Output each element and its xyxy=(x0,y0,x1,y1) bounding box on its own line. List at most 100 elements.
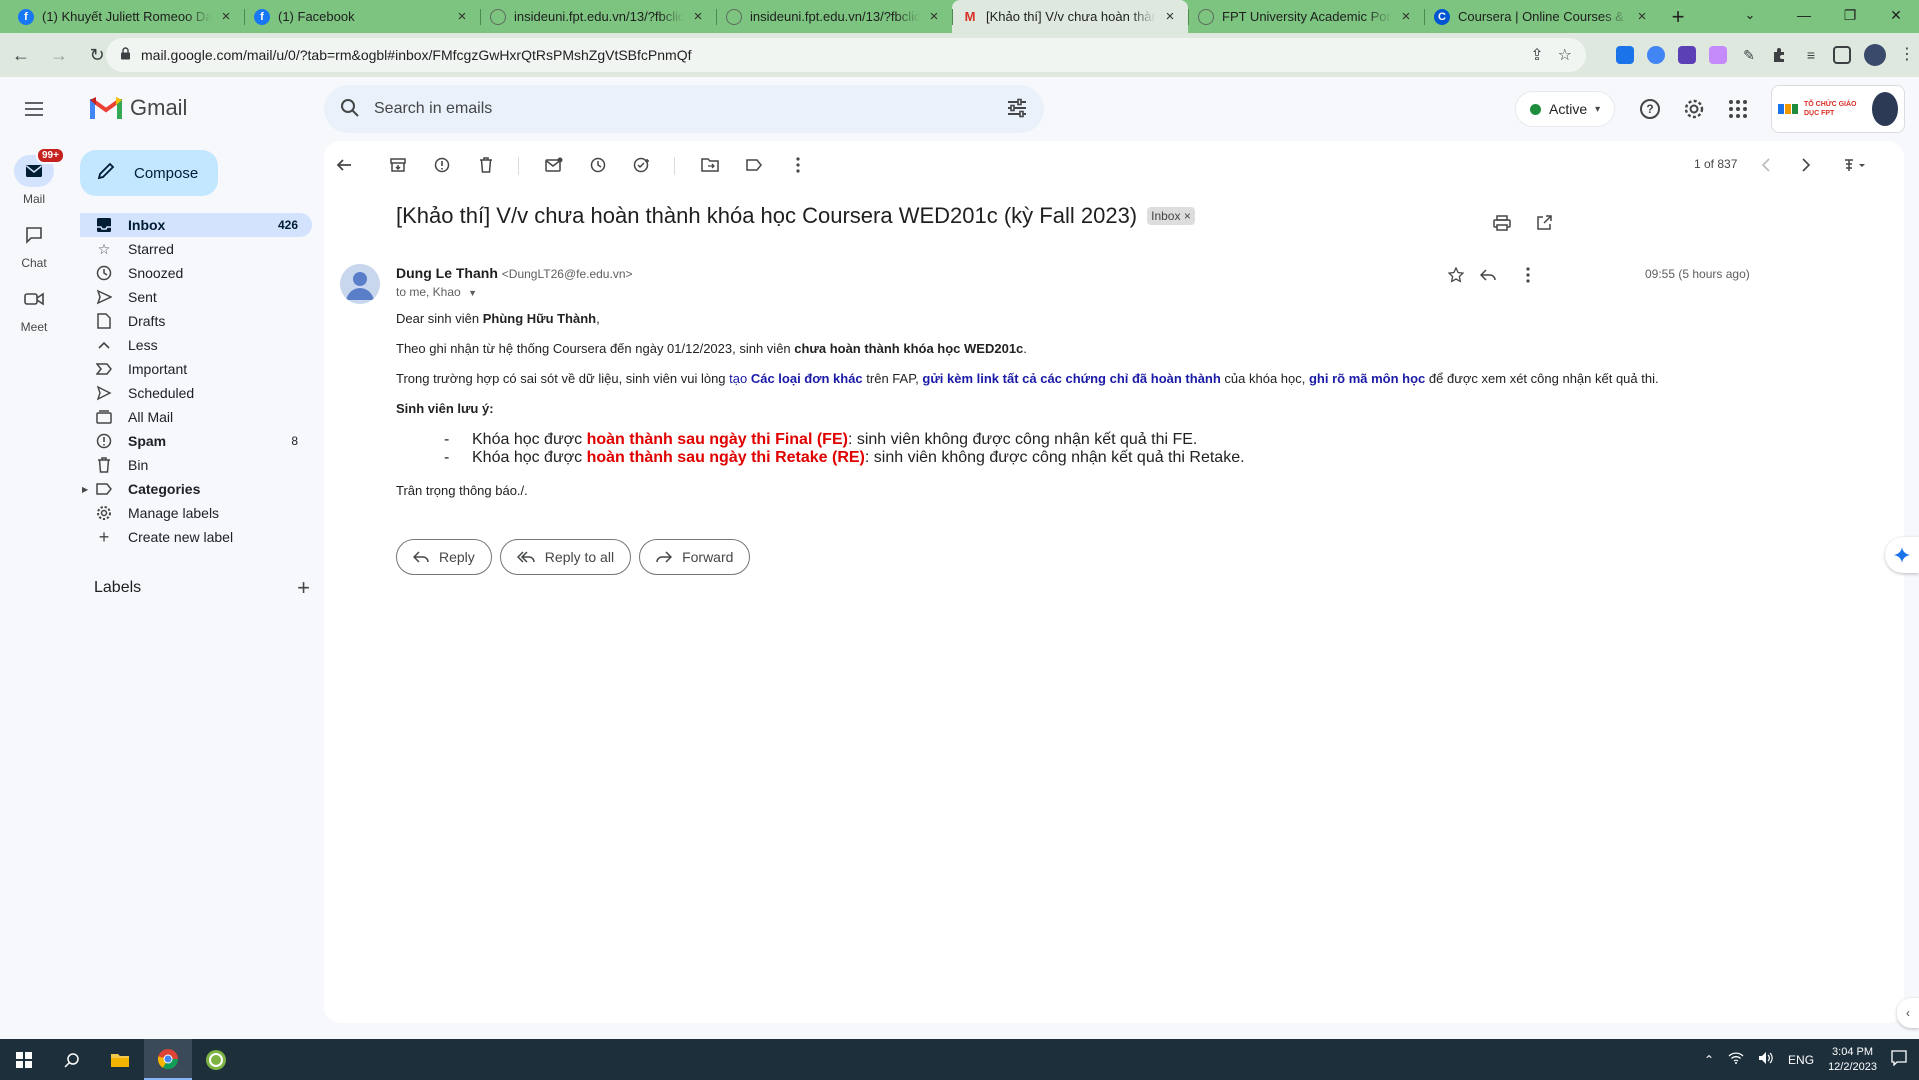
more-vertical-icon[interactable] xyxy=(782,149,814,181)
tab-close-icon[interactable]: × xyxy=(690,8,706,25)
search-options-icon[interactable] xyxy=(1006,98,1028,121)
sidebar-item-snoozed[interactable]: Snoozed xyxy=(80,261,312,285)
minimize-button[interactable]: — xyxy=(1781,0,1827,33)
older-chevron-right-icon[interactable] xyxy=(1790,149,1822,181)
address-bar[interactable]: mail.google.com/mail/u/0/?tab=rm&ogbl#in… xyxy=(106,38,1586,72)
sidebar-item-starred[interactable]: ☆ Starred xyxy=(80,237,312,261)
link-ghi-ro-ma-mon[interactable]: ghi rõ mã môn học xyxy=(1309,371,1425,386)
input-tools-icon[interactable] xyxy=(1834,149,1874,181)
rail-item-meet[interactable]: Meet xyxy=(0,283,68,334)
sidebar-item-bin[interactable]: Bin xyxy=(80,453,312,477)
extension-icon[interactable] xyxy=(1616,46,1634,64)
sender-avatar[interactable] xyxy=(340,264,380,304)
taskbar-search-icon[interactable] xyxy=(48,1039,96,1080)
reply-button[interactable]: Reply xyxy=(396,539,492,575)
tab-close-icon[interactable]: × xyxy=(926,8,942,25)
expand-arrow-icon[interactable]: ▶ xyxy=(82,485,88,494)
browser-tab[interactable]: insideuni.fpt.edu.vn/13/?fbclid= × xyxy=(480,0,716,33)
remove-label-close-icon[interactable]: × xyxy=(1184,209,1191,223)
wifi-icon[interactable] xyxy=(1728,1052,1744,1067)
back-to-inbox-icon[interactable] xyxy=(328,149,360,181)
chrome-taskbar-icon[interactable] xyxy=(144,1039,192,1080)
snooze-clock-icon[interactable] xyxy=(582,149,614,181)
print-icon[interactable] xyxy=(1486,207,1518,239)
account-avatar[interactable] xyxy=(1871,92,1898,126)
extension-icon[interactable] xyxy=(1647,46,1665,64)
sidebar-item-create-label[interactable]: + Create new label xyxy=(80,525,312,549)
search-bar[interactable] xyxy=(324,85,1044,133)
forward-arrow-icon[interactable]: → xyxy=(42,38,76,72)
sender-name[interactable]: Dung Le Thanh xyxy=(396,265,498,281)
extension-icon[interactable] xyxy=(1678,46,1696,64)
file-explorer-icon[interactable] xyxy=(96,1039,144,1080)
language-indicator[interactable]: ENG xyxy=(1788,1053,1814,1067)
tab-close-icon[interactable]: × xyxy=(218,8,234,25)
sidebar-item-spam[interactable]: Spam 8 xyxy=(80,429,312,453)
share-icon[interactable]: ⇪ xyxy=(1530,45,1543,65)
tab-close-icon[interactable]: × xyxy=(1634,8,1650,25)
settings-gear-icon[interactable] xyxy=(1678,93,1710,125)
extension-icon[interactable] xyxy=(1709,46,1727,64)
recipients-line[interactable]: to me, Khao ▼ xyxy=(396,285,633,299)
sidebar-item-drafts[interactable]: Drafts xyxy=(80,309,312,333)
new-tab-button[interactable]: + xyxy=(1664,0,1692,33)
account-badge[interactable]: TỔ CHỨC GIÁO DỤC FPT xyxy=(1771,85,1905,133)
browser-tab[interactable]: f (1) Facebook × xyxy=(244,0,480,33)
sidebar-item-categories[interactable]: ▶ Categories xyxy=(80,477,312,501)
sidebar-item-sent[interactable]: Sent xyxy=(80,285,312,309)
mark-unread-icon[interactable] xyxy=(538,149,570,181)
archive-icon[interactable] xyxy=(382,149,414,181)
show-details-dropdown-icon[interactable]: ▼ xyxy=(468,288,477,298)
tab-search-icon[interactable]: ⌄ xyxy=(1727,0,1773,33)
reply-arrow-icon[interactable] xyxy=(1472,259,1504,291)
label-tag-icon[interactable] xyxy=(738,149,770,181)
back-arrow-icon[interactable]: ← xyxy=(4,38,38,72)
notifications-icon[interactable] xyxy=(1891,1050,1907,1069)
side-panel-icon[interactable] xyxy=(1833,46,1851,64)
rail-item-mail[interactable]: 99+ Mail xyxy=(0,147,68,206)
message-more-icon[interactable] xyxy=(1512,259,1544,291)
sidebar-item-manage-labels[interactable]: Manage labels xyxy=(80,501,312,525)
media-icon[interactable]: ≡ xyxy=(1802,46,1820,64)
profile-avatar[interactable] xyxy=(1864,44,1886,66)
tab-close-icon[interactable]: × xyxy=(454,8,470,25)
move-to-folder-icon[interactable] xyxy=(694,149,726,181)
main-menu-icon[interactable] xyxy=(18,95,50,123)
search-icon[interactable] xyxy=(340,98,360,121)
sidebar-item-less[interactable]: Less xyxy=(80,333,312,357)
forward-button[interactable]: Forward xyxy=(639,539,751,575)
link-cac-loai-don-khac[interactable]: Các loại đơn khác xyxy=(751,371,863,386)
compose-button[interactable]: Compose xyxy=(80,150,218,196)
rail-item-chat[interactable]: Chat xyxy=(0,219,68,270)
tab-close-icon[interactable]: × xyxy=(1162,8,1178,25)
close-window-button[interactable]: ✕ xyxy=(1873,0,1919,33)
apps-grid-icon[interactable] xyxy=(1722,93,1754,125)
tab-close-icon[interactable]: × xyxy=(1398,8,1414,25)
sidebar-item-inbox[interactable]: Inbox 426 xyxy=(80,213,312,237)
inbox-label-chip[interactable]: Inbox × xyxy=(1147,207,1195,225)
sidebar-item-important[interactable]: Important xyxy=(80,357,312,381)
search-input[interactable] xyxy=(374,100,1006,118)
puzzle-icon[interactable] xyxy=(1771,46,1789,64)
sidebar-item-scheduled[interactable]: Scheduled xyxy=(80,381,312,405)
gemini-sparkle-icon[interactable] xyxy=(1885,537,1919,573)
delete-trash-icon[interactable] xyxy=(470,149,502,181)
volume-icon[interactable] xyxy=(1758,1051,1774,1068)
open-new-window-icon[interactable] xyxy=(1528,207,1560,239)
star-message-icon[interactable] xyxy=(1440,259,1472,291)
link-gui-chung-chi[interactable]: gửi kèm link tất cả các chứng chỉ đã hoà… xyxy=(922,371,1220,386)
reply-all-button[interactable]: Reply to all xyxy=(499,539,632,575)
restore-button[interactable]: ❐ xyxy=(1827,0,1873,33)
link-tao[interactable]: tạo xyxy=(729,371,751,386)
windows-start-icon[interactable] xyxy=(0,1039,48,1080)
report-spam-icon[interactable] xyxy=(426,149,458,181)
clock[interactable]: 3:04 PM 12/2/2023 xyxy=(1828,1045,1877,1075)
add-to-tasks-icon[interactable] xyxy=(626,149,658,181)
status-selector[interactable]: Active ▾ xyxy=(1515,91,1616,127)
pen-icon[interactable]: ✎ xyxy=(1740,46,1758,64)
browser-tab[interactable]: f (1) Khuyết Juliett Romeoo Dan × xyxy=(8,0,244,33)
gmail-logo[interactable]: Gmail xyxy=(90,95,187,121)
browser-tab-active[interactable]: M [Khảo thí] V/v chưa hoàn thành × xyxy=(952,0,1188,33)
show-hidden-icons-icon[interactable]: ⌃ xyxy=(1704,1053,1714,1067)
bookmark-star-icon[interactable]: ☆ xyxy=(1558,45,1572,65)
